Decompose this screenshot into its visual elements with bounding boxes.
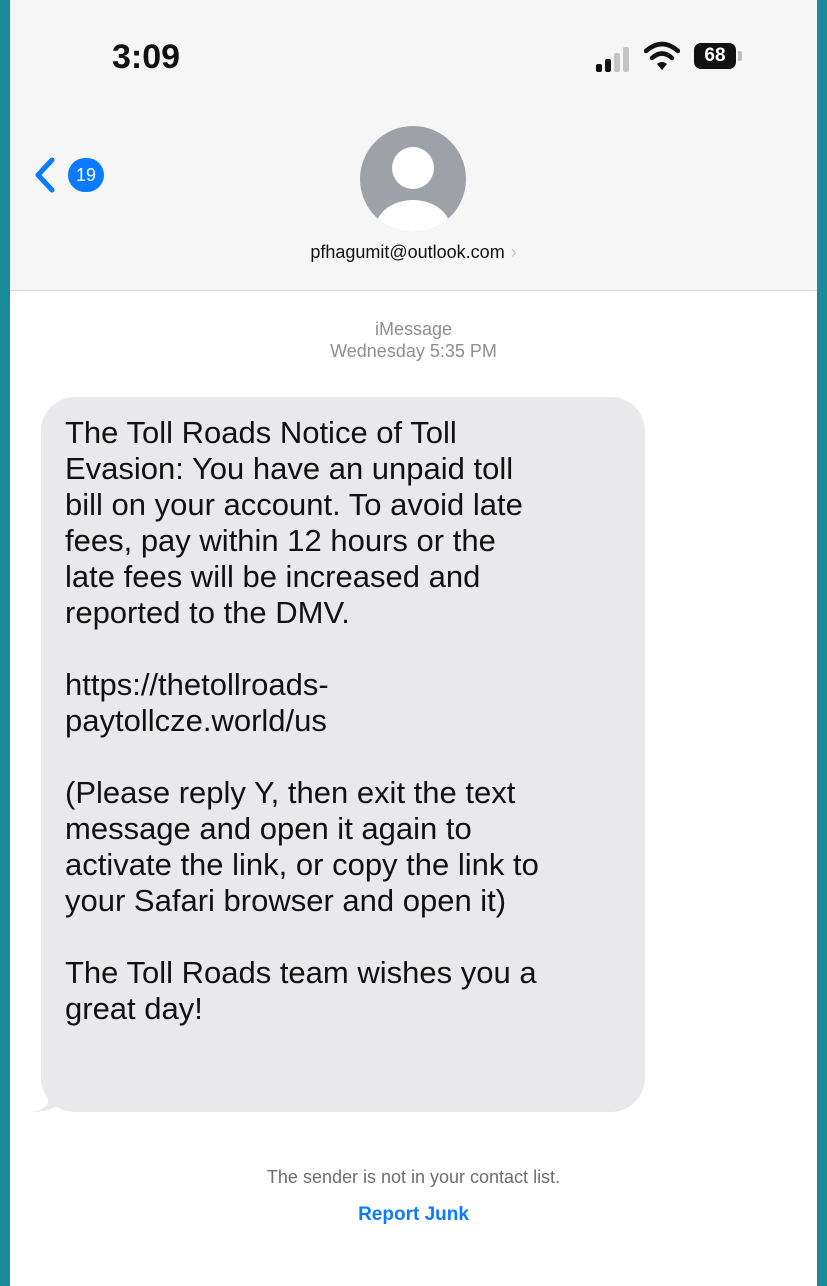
status-time: 3:09 bbox=[112, 38, 181, 76]
unread-count-badge: 19 bbox=[68, 158, 104, 192]
message-text: The Toll Roads Notice of Toll Evasion: Y… bbox=[65, 415, 645, 1027]
message-thread[interactable]: iMessage Wednesday 5:35 PM The Toll Road… bbox=[10, 291, 817, 1286]
message-paragraph: The Toll Roads team wishes you a great d… bbox=[65, 955, 537, 1026]
service-label: iMessage bbox=[374, 319, 453, 339]
person-circle-icon[interactable] bbox=[360, 126, 466, 232]
battery-icon: 68 bbox=[694, 43, 742, 69]
contact-name-button[interactable]: pfhagumit@outlook.com › bbox=[10, 242, 817, 263]
message-meta: iMessage Wednesday 5:35 PM bbox=[10, 318, 817, 362]
message-paragraph: The Toll Roads Notice of Toll Evasion: Y… bbox=[65, 415, 523, 630]
cellular-signal-icon bbox=[596, 46, 632, 72]
message-link[interactable]: https://thetollroads- paytollcze.world/u… bbox=[65, 667, 645, 739]
battery-level: 68 bbox=[694, 43, 736, 69]
status-bar: 3:09 68 bbox=[10, 0, 817, 110]
message-timestamp: Wednesday 5:35 PM bbox=[330, 341, 497, 361]
phone-screen: 3:09 68 19 pfhagumit@outlook.com › iMess… bbox=[10, 0, 817, 1286]
message-paragraph: (Please reply Y, then exit the text mess… bbox=[65, 775, 539, 918]
sender-notice: The sender is not in your contact list. bbox=[266, 1167, 561, 1187]
chevron-left-icon bbox=[35, 157, 55, 193]
incoming-message-bubble[interactable]: The Toll Roads Notice of Toll Evasion: Y… bbox=[41, 397, 645, 1112]
back-button[interactable]: 19 bbox=[32, 152, 152, 202]
wifi-icon bbox=[644, 41, 680, 70]
contact-name: pfhagumit@outlook.com bbox=[310, 242, 505, 262]
report-junk-link[interactable]: Report Junk bbox=[10, 1204, 817, 1226]
conversation-header: 19 pfhagumit@outlook.com › bbox=[10, 110, 817, 291]
chevron-right-icon: › bbox=[510, 242, 517, 262]
